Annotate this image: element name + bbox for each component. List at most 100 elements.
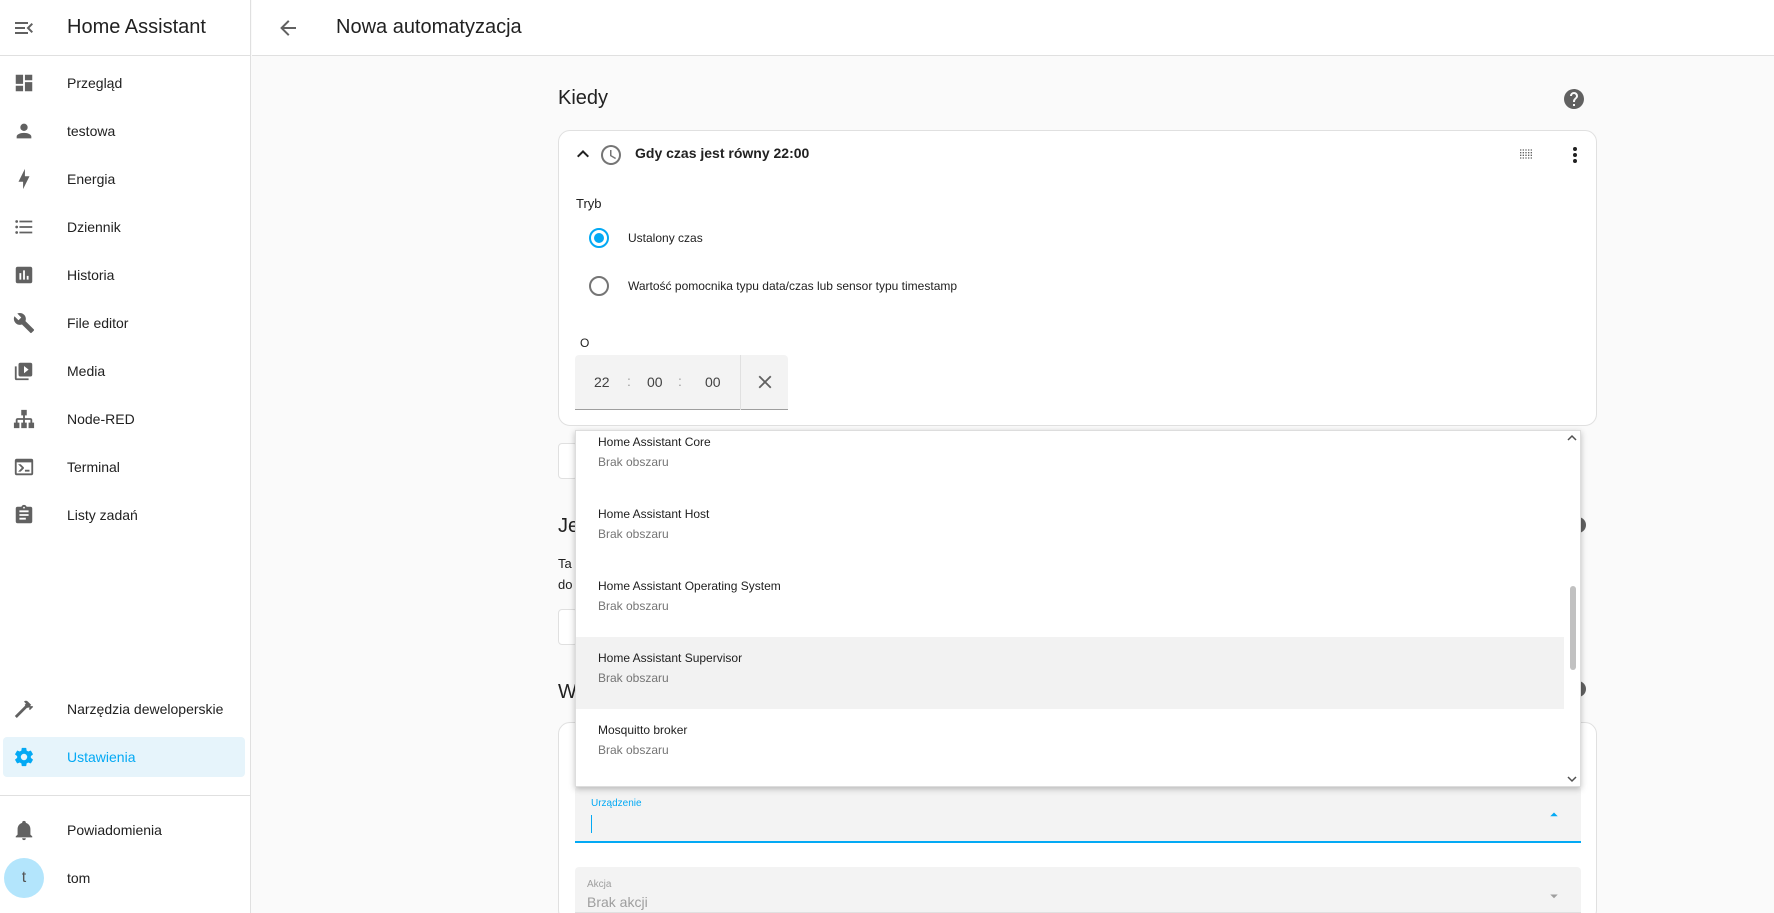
- sidebar-item-label: Powiadomienia: [67, 822, 162, 838]
- sidebar-header: Home Assistant: [0, 0, 250, 56]
- page-title: Nowa automatyzacja: [336, 16, 522, 38]
- chart-icon: [15, 266, 33, 284]
- sidebar-item-energia[interactable]: Energia: [3, 159, 245, 199]
- drag-handle-icon[interactable]: [1518, 146, 1534, 162]
- list-item-name: Home Assistant Host: [598, 507, 710, 521]
- sidebar-item-media[interactable]: Media: [3, 351, 245, 391]
- list-item-highlighted[interactable]: Home Assistant Supervisor Brak obszaru: [576, 637, 1566, 709]
- menu-down-icon: [1550, 894, 1558, 899]
- menu-toggle-button[interactable]: [0, 0, 48, 56]
- list-item-area: Brak obszaru: [598, 455, 669, 469]
- time-separator: :: [678, 373, 682, 389]
- list-item[interactable]: Home Assistant Operating System Brak obs…: [576, 565, 1566, 637]
- list-item-area: Brak obszaru: [598, 599, 669, 613]
- dropdown-scrollbar[interactable]: [1564, 431, 1580, 786]
- sidebar-item-settings[interactable]: Ustawienia: [3, 737, 245, 777]
- sidebar-item-terminal[interactable]: Terminal: [3, 447, 245, 487]
- minutes-input[interactable]: 00: [647, 374, 663, 390]
- list-item[interactable]: Home Assistant Core Brak obszaru: [576, 431, 1566, 493]
- help-circle-icon: [1564, 89, 1584, 109]
- clock-icon: [601, 145, 621, 165]
- arrow-left-icon: [280, 19, 296, 36]
- list-icon: [15, 220, 33, 234]
- radio-helper-time[interactable]: [589, 276, 609, 296]
- close-icon[interactable]: [754, 371, 776, 393]
- sidebar-item-label: Historia: [67, 267, 115, 283]
- lightning-icon: [18, 168, 30, 190]
- device-dropdown-list: Home Assistant Core Brak obszaru Home As…: [575, 430, 1581, 787]
- scroll-down-arrow-icon[interactable]: [1567, 774, 1577, 784]
- sidebar-item-dev-tools[interactable]: Narzędzia deweloperskie: [3, 689, 245, 729]
- person-icon: [16, 123, 32, 139]
- scroll-up-arrow-icon[interactable]: [1567, 433, 1577, 443]
- sidebar-item-testowa[interactable]: testowa: [3, 111, 245, 151]
- sidebar-item-label: Narzędzia deweloperskie: [67, 701, 224, 717]
- sidebar-item-label: Przegląd: [67, 75, 123, 91]
- mode-label: Tryb: [576, 196, 602, 211]
- menu-up-icon[interactable]: [1545, 805, 1563, 823]
- back-button[interactable]: [264, 4, 312, 52]
- sidebar-item-label: Media: [67, 363, 106, 379]
- sidebar-item-label: Energia: [67, 171, 116, 187]
- trigger-header[interactable]: Gdy czas jest równy 22:00: [559, 131, 1596, 177]
- device-combobox[interactable]: Urządzenie: [575, 786, 1581, 843]
- terminal-icon: [14, 458, 34, 476]
- time-divider: [740, 355, 741, 410]
- sidebar-item-label: Listy zadań: [67, 507, 138, 523]
- list-item-area: Brak obszaru: [598, 527, 669, 541]
- sidebar-item-label: Ustawienia: [67, 749, 136, 765]
- more-vertical-icon[interactable]: [1563, 143, 1587, 167]
- sidebar-item-file-editor[interactable]: File editor: [3, 303, 245, 343]
- avatar: t: [4, 858, 44, 898]
- sidebar-item-user[interactable]: t tom: [3, 858, 245, 898]
- sidebar-item-label: Node-RED: [67, 411, 135, 427]
- chevron-up-icon[interactable]: [571, 142, 595, 166]
- wrench-icon: [13, 313, 35, 334]
- list-item[interactable]: Mosquitto broker Brak obszaru: [576, 709, 1566, 781]
- sidebar-item-label: Terminal: [67, 459, 120, 475]
- sidebar-item-historia[interactable]: Historia: [3, 255, 245, 295]
- list-item-name: Mosquitto broker: [598, 723, 688, 737]
- device-field-label: Urządzenie: [591, 798, 642, 809]
- list-item-area: Brak obszaru: [598, 671, 669, 685]
- list-item-name: Home Assistant Supervisor: [598, 651, 743, 665]
- clipboard-icon: [15, 504, 33, 524]
- sidebar-item-label: Dziennik: [67, 219, 121, 235]
- sidebar-item-node-red[interactable]: Node-RED: [3, 399, 245, 439]
- radio-fixed-time[interactable]: [589, 228, 609, 248]
- list-item[interactable]: Home Assistant Host Brak obszaru: [576, 493, 1566, 565]
- top-bar: Nowa automatyzacja: [252, 0, 1774, 56]
- bell-icon: [15, 820, 33, 841]
- action-select[interactable]: Akcja Brak akcji: [575, 867, 1581, 913]
- trigger-card: Gdy czas jest równy 22:00 Tryb Ustalony …: [558, 130, 1597, 426]
- help-button[interactable]: [1562, 87, 1586, 116]
- hours-input[interactable]: 22: [594, 374, 610, 390]
- sidebar: Home Assistant Przegląd testowa Energia …: [0, 0, 251, 913]
- seconds-input[interactable]: 00: [705, 374, 721, 390]
- hammer-icon: [14, 700, 34, 718]
- sitemap-icon: [13, 409, 35, 429]
- user-name: tom: [67, 870, 91, 886]
- time-picker: 22 : 00 : 00: [575, 355, 788, 410]
- if-description-line: do: [558, 577, 573, 592]
- sidebar-item-przeglad[interactable]: Przegląd: [3, 63, 245, 103]
- sidebar-item-listy-zadan[interactable]: Listy zadań: [3, 495, 245, 535]
- if-description-line: Ta: [558, 556, 572, 571]
- sidebar-divider: [0, 795, 251, 796]
- scrollbar-thumb[interactable]: [1570, 586, 1576, 670]
- action-field-value: Brak akcji: [587, 894, 648, 910]
- gear-icon: [15, 747, 33, 767]
- menu-open-icon: [15, 21, 33, 34]
- action-field-label: Akcja: [587, 879, 612, 890]
- radio-label: Wartość pomocnika typu data/czas lub sen…: [628, 279, 958, 293]
- sidebar-item-notifications[interactable]: Powiadomienia: [3, 810, 245, 850]
- when-heading: Kiedy: [558, 87, 609, 109]
- at-label: O: [580, 336, 590, 350]
- app-title: Home Assistant: [67, 16, 206, 38]
- sidebar-item-label: testowa: [67, 123, 116, 139]
- sidebar-item-dziennik[interactable]: Dziennik: [3, 207, 245, 247]
- list-item-name: Home Assistant Operating System: [598, 579, 781, 593]
- radio-label: Ustalony czas: [628, 231, 703, 245]
- text-cursor: [591, 815, 592, 833]
- time-separator: :: [627, 373, 631, 389]
